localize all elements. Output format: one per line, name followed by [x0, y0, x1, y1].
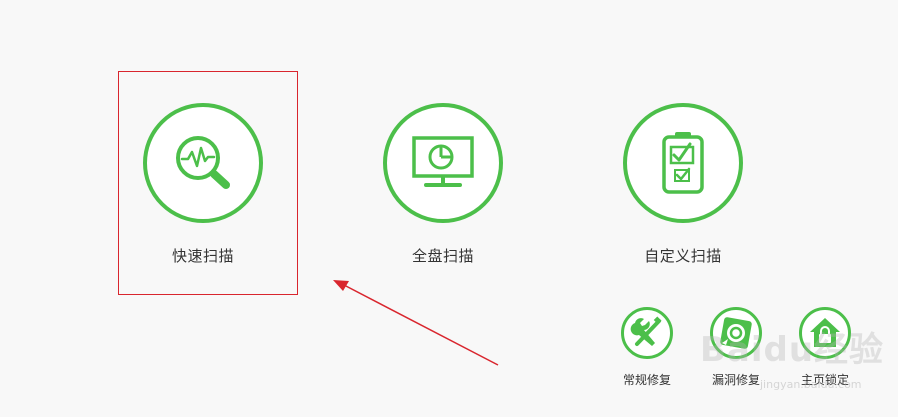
full-scan-circle — [383, 103, 503, 223]
homepage-lock-button[interactable]: 主页锁定 — [788, 307, 858, 389]
scan-panel: 快速扫描 全盘扫描 自定义扫描 常规修复 漏洞修复 主页锁定 Baidu经验 j… — [0, 0, 898, 417]
homepage-lock-label: 主页锁定 — [800, 373, 849, 387]
monitor-icon — [412, 136, 474, 187]
home-lock-icon — [810, 318, 840, 347]
wrench-screwdriver-icon — [630, 316, 662, 346]
general-repair-label: 常规修复 — [622, 373, 671, 387]
custom-scan-circle — [623, 103, 743, 223]
custom-scan-label: 自定义扫描 — [644, 247, 722, 265]
magnifier-pulse-icon — [176, 136, 230, 189]
general-repair-button[interactable]: 常规修复 — [610, 307, 680, 389]
shield-patch-icon — [720, 317, 752, 349]
vulnerability-repair-circle — [710, 307, 762, 359]
homepage-lock-circle — [799, 307, 851, 359]
quick-scan-label: 快速扫描 — [171, 247, 234, 265]
full-scan-button[interactable]: 全盘扫描 — [343, 0, 533, 290]
clipboard-check-icon — [662, 132, 704, 194]
quick-scan-button[interactable]: 快速扫描 — [103, 0, 293, 290]
quick-scan-circle — [143, 103, 263, 223]
custom-scan-button[interactable]: 自定义扫描 — [583, 0, 773, 290]
general-repair-circle — [621, 307, 673, 359]
vulnerability-repair-label: 漏洞修复 — [711, 373, 760, 387]
vulnerability-repair-button[interactable]: 漏洞修复 — [699, 307, 769, 389]
full-scan-label: 全盘扫描 — [411, 247, 474, 265]
